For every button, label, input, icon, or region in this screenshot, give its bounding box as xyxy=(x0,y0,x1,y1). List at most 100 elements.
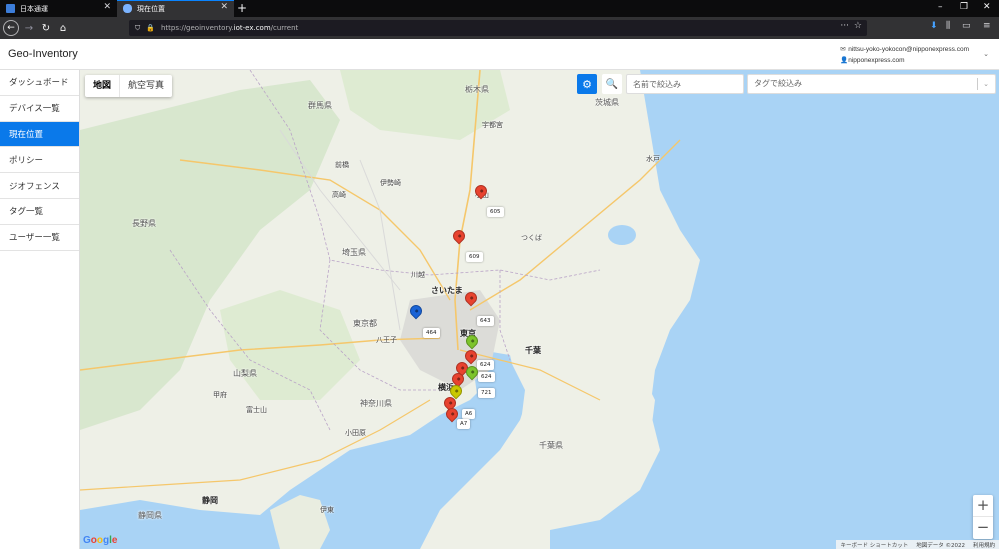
brand-title[interactable]: Geo-Inventory xyxy=(8,48,78,60)
device-marker-label[interactable]: 609 xyxy=(466,252,483,262)
sidebar-item-devices[interactable]: デバイス一覧 xyxy=(0,96,79,122)
place-label: 群馬県 xyxy=(308,101,332,110)
place-label: 千葉県 xyxy=(539,441,563,450)
map-type-aerial-button[interactable]: 航空写真 xyxy=(120,75,172,97)
place-label: 甲府 xyxy=(213,391,227,399)
map-attribution: キーボード ショートカット 地図データ ©2022 利用規約 xyxy=(836,540,999,549)
sidebar-item-current-location[interactable]: 現在位置 xyxy=(0,121,79,148)
map-canvas[interactable]: 群馬県栃木県茨城県宇都宮前橋高崎伊勢崎小山水戸長野県埼玉県つくば川越さいたま東京… xyxy=(80,70,999,549)
bookmark-star-icon[interactable]: ☆ xyxy=(854,21,862,31)
zoom-out-button[interactable]: − xyxy=(973,517,993,539)
address-bar[interactable]: ⛉ 🔒 https://geoinventory. iot-ex.com/curr… xyxy=(129,20,867,36)
device-marker-label[interactable]: 464 xyxy=(423,328,440,338)
map-zoom-control: + − xyxy=(973,495,993,539)
name-filter-input[interactable] xyxy=(626,74,744,94)
device-marker-label[interactable]: 624 xyxy=(477,360,494,370)
page-actions-icon[interactable]: ··· xyxy=(840,21,849,31)
device-marker-label[interactable]: 624 xyxy=(478,372,495,382)
place-label: 川越 xyxy=(411,271,425,279)
browser-tab-current[interactable]: 現在位置 ✕ xyxy=(117,0,234,17)
device-marker-label[interactable]: 721 xyxy=(478,388,495,398)
select-separator xyxy=(977,78,978,90)
account-org: nipponexpress.com xyxy=(848,57,905,64)
place-label: 栃木県 xyxy=(465,85,489,94)
url-host: iot-ex.com xyxy=(233,24,271,32)
place-label: 伊勢崎 xyxy=(380,179,401,187)
place-label: 富士山 xyxy=(246,406,267,414)
place-label: 前橋 xyxy=(335,161,349,169)
place-label: 埼玉県 xyxy=(342,248,366,257)
chevron-down-icon[interactable]: ⌄ xyxy=(983,50,989,58)
device-marker-label[interactable]: 605 xyxy=(487,207,504,217)
minimize-icon[interactable]: – xyxy=(938,2,943,12)
url-path: /current xyxy=(270,24,299,32)
downloads-icon[interactable]: ⬇ xyxy=(930,21,938,31)
terms-link[interactable]: 利用規約 xyxy=(973,541,995,549)
chevron-down-icon: ⌄ xyxy=(983,80,989,88)
forward-arrow-icon[interactable]: → xyxy=(21,20,37,36)
place-label: 神奈川県 xyxy=(360,399,392,408)
cloud-favicon-icon xyxy=(123,4,132,13)
place-label: 千葉 xyxy=(525,346,541,355)
map-data-credit: 地図データ ©2022 xyxy=(916,543,965,549)
zoom-in-button[interactable]: + xyxy=(973,495,993,517)
browser-nav-bar: ← → ↻ ⌂ ⛉ 🔒 https://geoinventory. iot-ex.… xyxy=(0,17,999,39)
restore-icon[interactable]: ❐ xyxy=(960,2,968,12)
tag-filter-select[interactable]: タグで絞込み ⌄ xyxy=(747,74,996,94)
home-icon[interactable]: ⌂ xyxy=(55,20,71,36)
keyboard-shortcuts-link[interactable]: キーボード ショートカット xyxy=(840,541,908,549)
zoom-search-button[interactable]: 🔍 xyxy=(602,74,622,94)
url-prefix: https://geoinventory. xyxy=(160,24,234,32)
sidebar-item-users[interactable]: ユーザー一覧 xyxy=(0,225,79,251)
sidebar: ダッシュボード デバイス一覧 現在位置 ポリシー ジオフェンス タグ一覧 ユーザ… xyxy=(0,70,80,549)
tab-title: 日本通運 xyxy=(20,4,48,13)
sidebar-item-geofence[interactable]: ジオフェンス xyxy=(0,173,79,199)
sidebar-item-dashboard[interactable]: ダッシュボード xyxy=(0,70,79,96)
place-label: 茨城県 xyxy=(595,98,619,107)
new-tab-icon[interactable]: + xyxy=(237,1,247,15)
place-label: 長野県 xyxy=(132,219,156,228)
gear-icon: ⚙ xyxy=(582,77,592,91)
place-label: 高崎 xyxy=(332,191,346,199)
app-header: Geo-Inventory ✉ nittsu-yoko-yokocon@nippo… xyxy=(0,39,999,70)
library-icon[interactable]: ⫼ xyxy=(946,21,950,31)
back-arrow-icon[interactable]: ← xyxy=(3,20,19,36)
place-label: 静岡 xyxy=(202,496,218,505)
place-label: 静岡県 xyxy=(138,511,162,520)
map-type-toggle: 地図 航空写真 xyxy=(85,75,173,97)
tag-filter-placeholder: タグで絞込み xyxy=(754,79,802,88)
place-label: 八王子 xyxy=(376,336,397,344)
menu-hamburger-icon[interactable]: ≡ xyxy=(983,21,991,31)
device-marker-label[interactable]: A7 xyxy=(457,419,471,429)
place-label: 小田原 xyxy=(345,429,366,437)
reload-icon[interactable]: ↻ xyxy=(38,20,54,36)
zoom-in-magnifier-icon: 🔍 xyxy=(605,78,619,90)
browser-tab-bar: 日本通運 ✕ 現在位置 ✕ + – ❐ ✕ xyxy=(0,0,999,17)
sidebar-item-policy[interactable]: ポリシー xyxy=(0,147,79,174)
google-logo: Google xyxy=(83,535,118,546)
place-label: 水戸 xyxy=(646,155,660,163)
browser-tab-nittsu[interactable]: 日本通運 ✕ xyxy=(0,0,117,17)
settings-gear-button[interactable]: ⚙ xyxy=(577,74,597,94)
place-label: 山梨県 xyxy=(233,369,257,378)
place-label: つくば xyxy=(521,234,542,242)
map-type-map-button[interactable]: 地図 xyxy=(85,75,121,97)
place-label: 東京都 xyxy=(353,319,377,328)
place-label: 伊東 xyxy=(320,506,334,514)
map-base xyxy=(80,70,999,549)
close-tab-icon[interactable]: ✕ xyxy=(220,2,228,12)
sidebar-toggle-icon[interactable]: ▭ xyxy=(962,21,971,31)
favicon-icon xyxy=(6,4,15,13)
sidebar-item-tags[interactable]: タグ一覧 xyxy=(0,199,79,225)
lock-icon[interactable]: 🔒 xyxy=(146,24,155,32)
account-info[interactable]: ✉ nittsu-yoko-yokocon@nipponexpress.com 👤… xyxy=(840,44,969,66)
device-marker-label[interactable]: 643 xyxy=(477,316,494,326)
close-window-icon[interactable]: ✕ xyxy=(983,2,991,12)
account-email: nittsu-yoko-yokocon@nipponexpress.com xyxy=(848,46,969,53)
place-label: さいたま xyxy=(431,286,463,295)
device-marker-label[interactable]: A6 xyxy=(462,409,476,419)
tab-title: 現在位置 xyxy=(137,4,165,13)
place-label: 宇都宮 xyxy=(482,121,503,129)
shield-icon[interactable]: ⛉ xyxy=(135,24,140,33)
close-tab-icon[interactable]: ✕ xyxy=(103,2,111,12)
